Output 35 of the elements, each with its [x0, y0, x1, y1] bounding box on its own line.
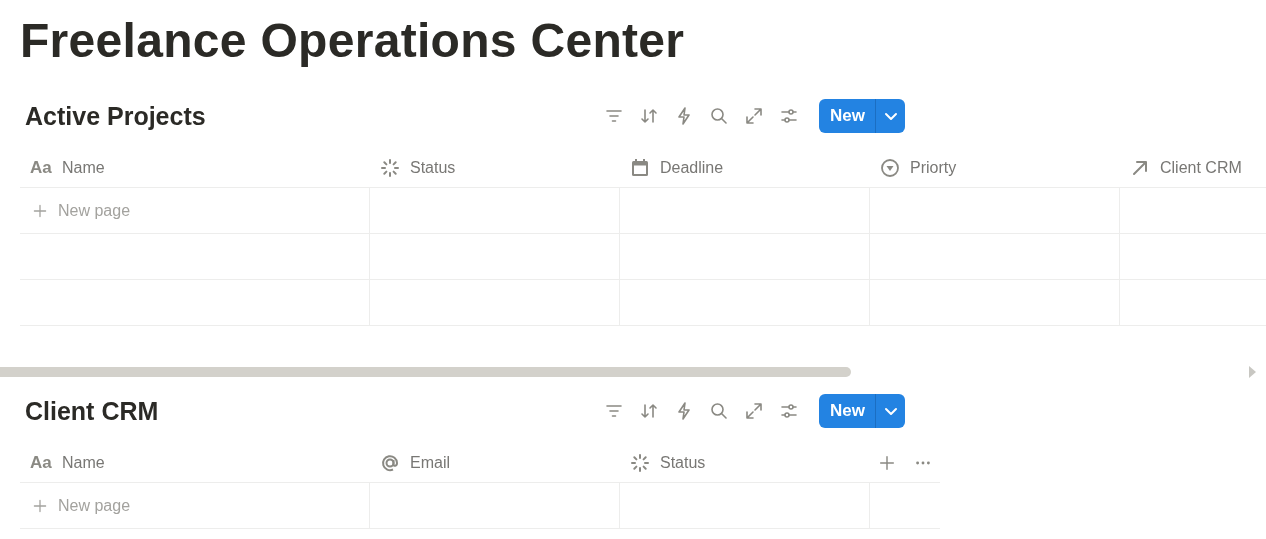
loading-icon: [380, 157, 400, 178]
sort-icon[interactable]: [639, 106, 659, 126]
column-header[interactable]: Client CRM: [1120, 148, 1266, 187]
dropdown-circle-icon: [880, 157, 900, 178]
new-page-button[interactable]: New page: [32, 496, 131, 515]
loading-icon: [630, 452, 650, 473]
column-header[interactable]: Priorty: [870, 148, 1120, 187]
column-header[interactable]: Aa Name: [20, 148, 370, 187]
column-header[interactable]: Status: [370, 148, 620, 187]
at-sign-icon: [380, 452, 400, 473]
expand-icon[interactable]: [744, 401, 764, 421]
plus-icon: [32, 202, 48, 219]
new-button[interactable]: New: [819, 99, 875, 133]
new-page-button[interactable]: New page: [32, 201, 131, 220]
column-header[interactable]: Status: [620, 443, 870, 482]
dropdown-button[interactable]: [875, 394, 905, 428]
plus-icon: [32, 497, 48, 514]
calendar-icon: [630, 157, 650, 178]
add-icon[interactable]: [878, 453, 896, 472]
column-header[interactable]: Deadline: [620, 148, 870, 187]
sort-icon[interactable]: [639, 401, 659, 421]
settings-icon[interactable]: [779, 106, 799, 126]
text-type-icon: Aa: [30, 452, 52, 473]
database-title: Active Projects: [25, 101, 207, 131]
database-title: Client CRM: [25, 396, 160, 426]
search-icon[interactable]: [709, 401, 729, 421]
expand-icon[interactable]: [744, 106, 764, 126]
column-header[interactable]: Email: [370, 443, 620, 482]
settings-icon[interactable]: [779, 401, 799, 421]
text-type-icon: Aa: [30, 157, 52, 178]
new-button[interactable]: New: [819, 394, 875, 428]
page-title: Freelance Operations Center: [20, 13, 686, 69]
column-header[interactable]: Aa Name: [20, 443, 370, 482]
dropdown-button[interactable]: [875, 99, 905, 133]
search-icon[interactable]: [709, 106, 729, 126]
